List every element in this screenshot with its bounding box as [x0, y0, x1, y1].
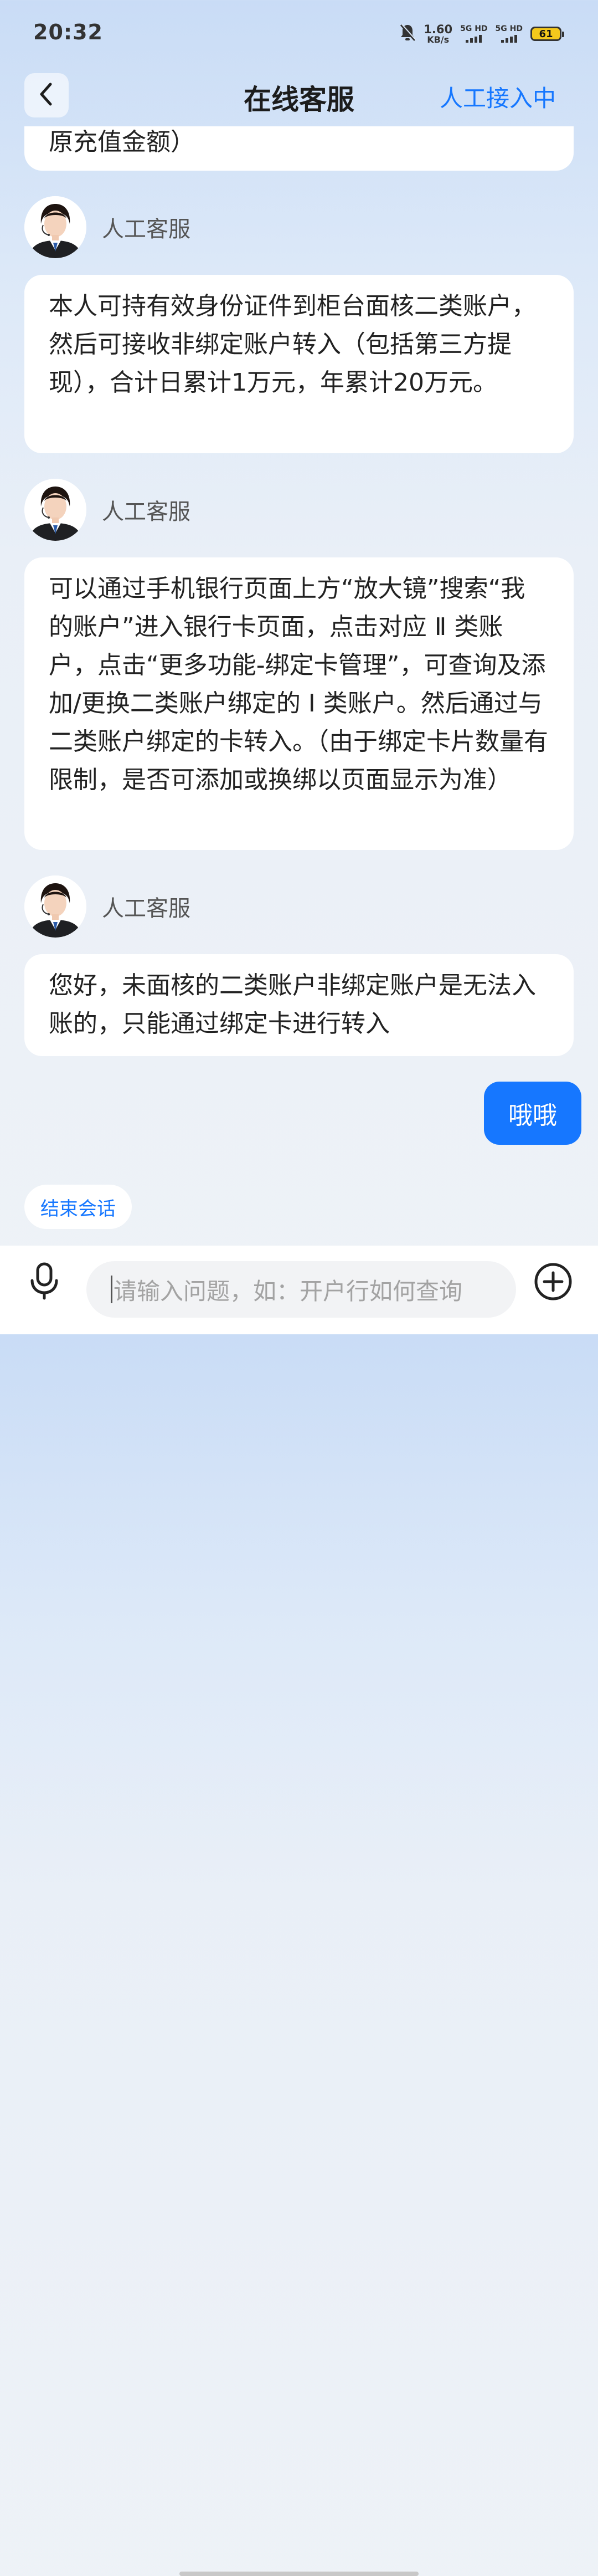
agent-message-bubble: 可以通过手机银行页面上方“放大镜”搜索“我的账户”进入银行卡页面，点击对应 Ⅱ …: [24, 557, 574, 850]
agent-message-bubble: 原充值金额）: [24, 126, 574, 171]
message-text: 原充值金额）: [49, 128, 195, 156]
message-text: 哦哦: [508, 1102, 557, 1130]
agent-name: 人工客服: [102, 217, 190, 242]
signal-bars-icon: [501, 35, 517, 43]
network-speed-value: 1.60: [424, 22, 453, 36]
battery-indicator: 61: [530, 27, 564, 41]
add-attachment-button[interactable]: [530, 1260, 576, 1305]
user-message-bubble: 哦哦: [484, 1082, 581, 1145]
end-session-button[interactable]: 结束会话: [24, 1185, 132, 1229]
header: 在线客服 人工接入中: [0, 70, 598, 127]
agent-message-bubble: 您好，未面核的二类账户非绑定账户是无法入账的，只能通过绑定卡进行转入: [24, 954, 574, 1056]
network-speed-unit: KB/s: [427, 34, 450, 45]
agent-message-bubble: 本人可持有效身份证件到柜台面核二类账户，然后可接收非绑定账户转入（包括第三方提现…: [24, 275, 574, 453]
sim1-signal: 5G HD: [460, 24, 488, 43]
question-input[interactable]: 请输入问题，如：开户行如何查询: [86, 1261, 516, 1318]
input-placeholder: 请输入问题，如：开户行如何查询: [114, 1277, 463, 1305]
message-text: 您好，未面核的二类账户非绑定账户是无法入账的，只能通过绑定卡进行转入: [49, 971, 536, 1038]
message-text: 可以通过手机银行页面上方“放大镜”搜索“我的账户”进入银行卡页面，点击对应 Ⅱ …: [49, 575, 548, 794]
status-bar: 20:32 1.60 KB/s 5G HD 5G HD 61: [0, 0, 598, 70]
avatar: [24, 196, 86, 258]
agent-header: 人工客服: [24, 479, 190, 541]
message-text: 本人可持有效身份证件到柜台面核二类账户，然后可接收非绑定账户转入（包括第三方提现…: [49, 292, 536, 397]
network-speed: 1.60 KB/s: [424, 22, 453, 45]
signal-bars-icon: [466, 35, 482, 43]
status-icons: 1.60 KB/s 5G HD 5G HD 61: [399, 22, 564, 45]
input-bar: 请输入问题，如：开户行如何查询: [0, 1246, 598, 2576]
status-time: 20:32: [33, 20, 103, 44]
home-indicator[interactable]: [179, 2572, 419, 2576]
sim2-signal: 5G HD: [496, 25, 523, 43]
agent-header: 人工客服: [24, 875, 190, 938]
agent-status: 人工接入中: [439, 85, 556, 112]
bell-off-icon: [399, 23, 417, 44]
text-caret: [111, 1276, 112, 1303]
plus-circle-icon: [533, 1262, 573, 1304]
agent-name: 人工客服: [102, 896, 190, 921]
voice-input-button[interactable]: [24, 1259, 64, 1305]
sim2-label: 5G HD: [495, 24, 523, 33]
avatar: [24, 479, 86, 541]
agent-name: 人工客服: [102, 499, 190, 525]
chat-area[interactable]: 原充值金额） 人工客服 本人可持有效身份证件到柜台面核二类账户，然后可接收非绑定…: [0, 126, 598, 1229]
avatar: [24, 875, 86, 938]
sim1-label: 5G HD: [460, 24, 488, 33]
agent-header: 人工客服: [24, 196, 190, 258]
microphone-icon: [28, 1262, 61, 1303]
